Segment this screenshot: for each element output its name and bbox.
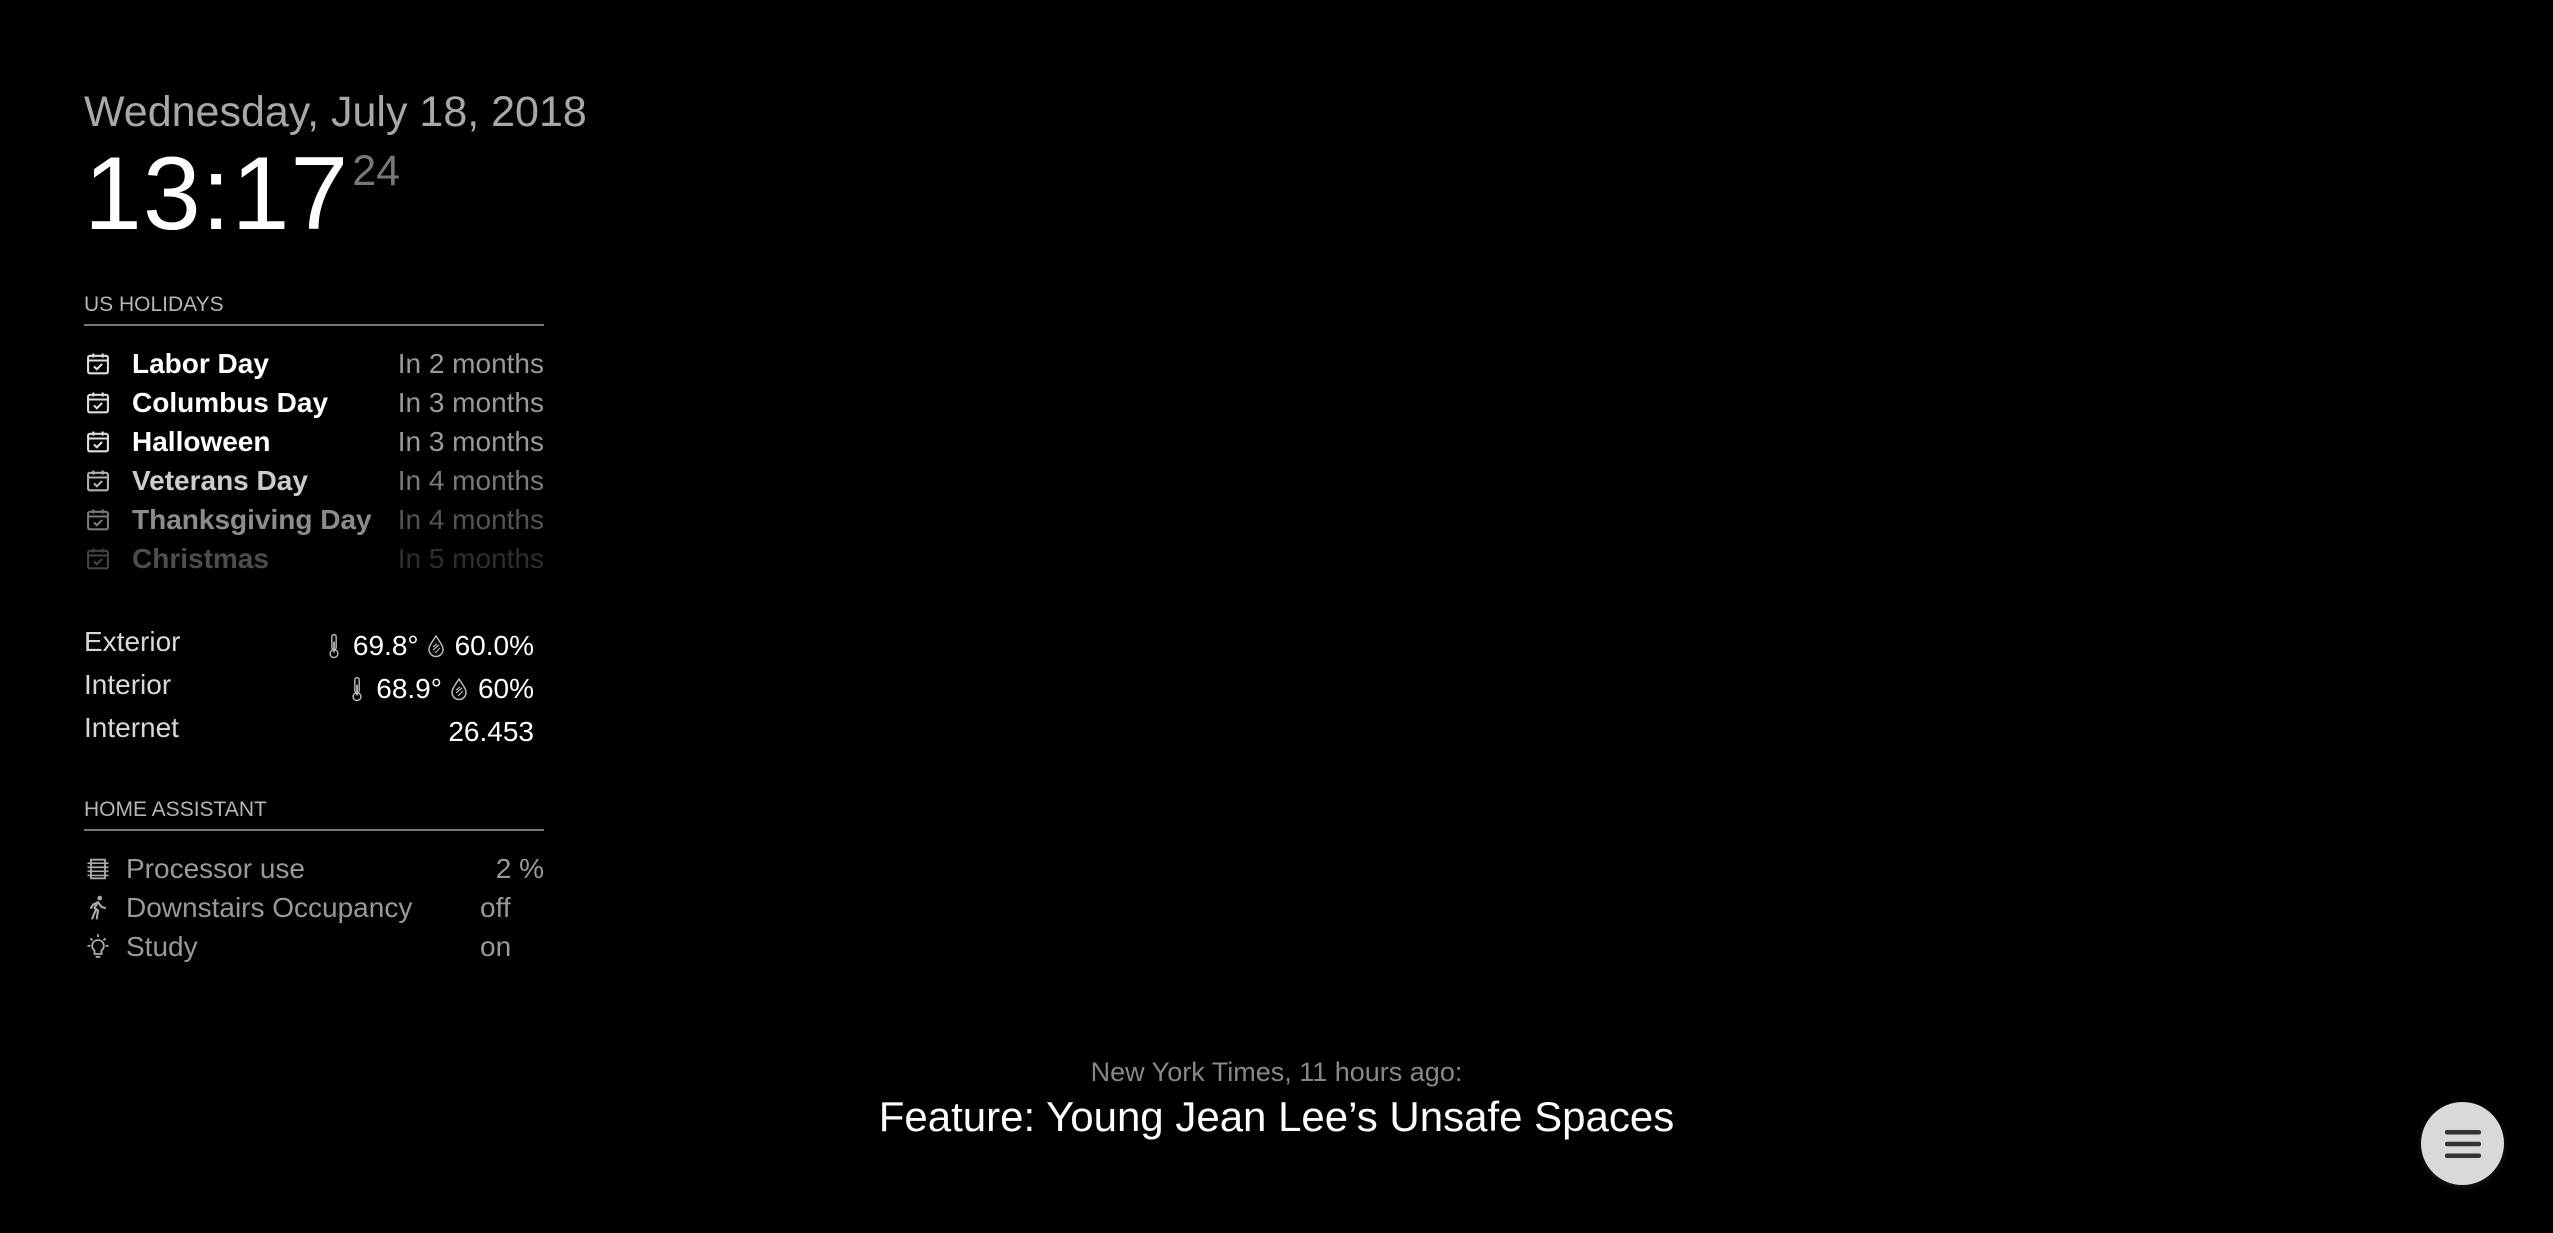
internet-speed-value: 26.453 xyxy=(448,715,534,747)
holiday-when: In 4 months xyxy=(397,464,544,496)
clock-time: 13:17 xyxy=(84,136,350,252)
holiday-when: In 4 months xyxy=(397,503,544,535)
calendar-check-icon xyxy=(87,353,109,374)
calendar-check-icon xyxy=(87,392,109,413)
clock-module: Wednesday, July 18, 2018 13:17 24 xyxy=(84,82,587,252)
humidity-drop-icon xyxy=(451,677,467,700)
sensor-values: 68.9° 60% xyxy=(340,673,534,705)
humidity-drop-icon xyxy=(427,634,444,657)
walking-person-icon xyxy=(89,895,107,920)
newsfeed: New York Times, 11 hours ago: Feature: Y… xyxy=(0,1055,2553,1145)
calendar-check-icon xyxy=(87,548,109,569)
sensor-label: Internet xyxy=(84,711,179,743)
news-source: New York Times, 11 hours ago: xyxy=(1090,1057,1463,1087)
holiday-when: In 2 months xyxy=(397,347,544,379)
holiday-name: Thanksgiving Day xyxy=(132,503,372,535)
ha-item-state: on xyxy=(480,930,512,962)
home-assistant-header: HOME ASSISTANT xyxy=(84,797,544,831)
holiday-when: In 3 months xyxy=(397,425,544,457)
sensor-values: 69.8° 60.0% xyxy=(317,630,534,662)
sensor-values: 26.453 xyxy=(448,716,534,748)
sensor-table: Exterior 69.8° 60.0% Interior 68.9° 60% xyxy=(84,624,544,753)
temperature-value: 69.8° xyxy=(352,629,419,661)
home-assistant-list: Processor use 2 % Downstairs Occupancy o… xyxy=(84,849,544,966)
menu-button[interactable] xyxy=(2421,1102,2504,1185)
ha-item: Processor use 2 % xyxy=(84,849,544,888)
left-column: Wednesday, July 18, 2018 13:17 24 US HOL… xyxy=(84,82,587,966)
holiday-item: Columbus Day In 3 months xyxy=(84,383,544,422)
thermometer-icon xyxy=(352,676,362,701)
sensor-row-interior: Interior 68.9° 60% xyxy=(84,667,544,710)
holiday-item: Labor Day In 2 months xyxy=(84,344,544,383)
sensor-label: Exterior xyxy=(84,625,181,657)
holiday-item: Christmas In 5 months xyxy=(84,539,544,578)
holiday-name: Halloween xyxy=(132,425,271,457)
ha-item-state: off xyxy=(480,891,511,923)
temperature-value: 68.9° xyxy=(376,672,442,704)
ha-item-name: Processor use xyxy=(126,852,305,884)
clock-seconds: 24 xyxy=(352,147,401,195)
humidity-value: 60% xyxy=(477,672,534,704)
ha-item: Downstairs Occupancy off xyxy=(84,888,544,927)
holiday-item: Halloween In 3 months xyxy=(84,422,544,461)
holiday-name: Christmas xyxy=(132,542,269,574)
holiday-item: Veterans Day In 4 months xyxy=(84,461,544,500)
holiday-name: Veterans Day xyxy=(132,464,308,496)
clock-date: Wednesday, July 18, 2018 xyxy=(84,88,587,136)
ha-item-name: Downstairs Occupancy xyxy=(126,891,413,923)
holiday-list: Labor Day In 2 months Columbus Day In 3 … xyxy=(84,344,544,578)
humidity-value: 60.0% xyxy=(454,629,534,661)
holiday-when: In 3 months xyxy=(397,386,544,418)
sensor-label: Interior xyxy=(84,668,172,700)
holiday-when: In 5 months xyxy=(397,542,544,574)
hamburger-menu-icon xyxy=(2444,1129,2481,1158)
holiday-name: Labor Day xyxy=(132,347,269,379)
calendar-check-icon xyxy=(87,509,109,530)
calendar-check-icon xyxy=(87,431,109,452)
mirror-screen: Wednesday, July 18, 2018 13:17 24 US HOL… xyxy=(0,0,2553,1233)
ha-item: Study on xyxy=(84,927,544,966)
sensor-row-exterior: Exterior 69.8° 60.0% xyxy=(84,624,544,667)
ha-item-name: Study xyxy=(126,930,198,962)
thermometer-icon xyxy=(329,633,339,658)
sensor-row-internet: Internet 26.453 xyxy=(84,710,544,753)
lightbulb-icon xyxy=(87,933,109,958)
holiday-name: Columbus Day xyxy=(132,386,329,418)
holidays-header: US HOLIDAYS xyxy=(84,292,544,326)
calendar-check-icon xyxy=(87,470,109,491)
holiday-item: Thanksgiving Day In 4 months xyxy=(84,500,544,539)
ha-item-state: 2 % xyxy=(495,852,544,884)
news-headline: Feature: Young Jean Lee’s Unsafe Spaces xyxy=(878,1093,1675,1140)
processor-icon xyxy=(87,858,109,879)
clock-time-row: 13:17 24 xyxy=(84,142,544,252)
